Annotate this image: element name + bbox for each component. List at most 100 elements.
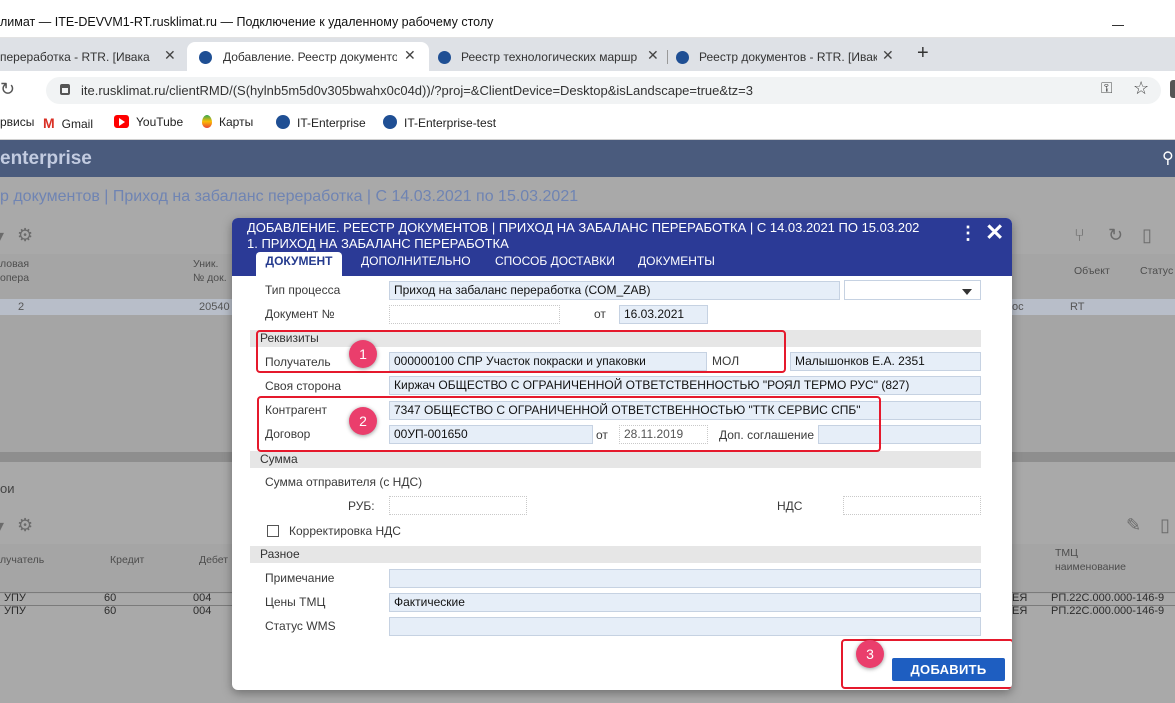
- edit-icon[interactable]: ✎: [1126, 515, 1141, 536]
- key-icon[interactable]: ⚿: [1101, 80, 1112, 97]
- table-cell: ЕЯ: [1012, 592, 1028, 604]
- bookmark-maps[interactable]: Карты: [202, 115, 253, 129]
- table-cell: 20540: [199, 301, 230, 313]
- tab-documents[interactable]: ДОКУМЕНТЫ: [638, 252, 715, 276]
- tab-label: Реестр документов - RTR. [Ивак: [699, 50, 877, 64]
- window-titlebar: лимат — ITE-DEVVM1-RT.rusklimat.ru — Под…: [0, 0, 1175, 38]
- app-header: enterprise ⚲: [0, 140, 1175, 177]
- new-tab-button[interactable]: +: [917, 42, 929, 65]
- gear-icon[interactable]: ⚙: [17, 515, 33, 536]
- bookmarks-bar: рвисы M Gmail YouTube Карты IT-Enterprise…: [0, 109, 1175, 140]
- chevron-down-icon: [962, 289, 972, 295]
- page-title: р документов | Приход на забаланс перера…: [0, 188, 579, 205]
- ite-icon: [276, 115, 290, 129]
- annotation-badge-3: 3: [856, 640, 884, 668]
- tab-delivery-method[interactable]: СПОСОБ ДОСТАВКИ: [495, 252, 615, 276]
- tab-separator: [667, 50, 668, 64]
- table-cell: УПУ: [4, 605, 26, 617]
- close-icon[interactable]: ✕: [882, 47, 894, 64]
- grid-header: Кредит: [110, 554, 145, 566]
- bookmark-it-enterprise[interactable]: IT-Enterprise: [276, 115, 366, 130]
- highlight-box-1: [256, 330, 786, 373]
- app-logo: enterprise: [0, 148, 92, 169]
- rub-field[interactable]: [389, 496, 527, 515]
- process-type-field[interactable]: Приход на забаланс переработка (COM_ZAB): [389, 281, 840, 300]
- own-side-field[interactable]: Киржач ОБЩЕСТВО С ОГРАНИЧЕННОЙ ОТВЕТСТВЕ…: [389, 376, 981, 395]
- mol-field[interactable]: Малышонков Е.А. 2351: [790, 352, 981, 371]
- document-number-field[interactable]: [389, 305, 560, 324]
- document-icon[interactable]: ▯: [1160, 515, 1170, 536]
- browser-tabstrip: переработка - RTR. [Ивакаева Н ✕ Добавле…: [0, 38, 1175, 71]
- rub-label: РУБ:: [348, 499, 375, 513]
- add-document-dialog: ДОБАВЛЕНИЕ. РЕЕСТР ДОКУМЕНТОВ | ПРИХОД Н…: [232, 218, 1012, 690]
- close-icon[interactable]: ✕: [404, 47, 416, 64]
- close-icon[interactable]: ✕: [164, 47, 176, 64]
- grid-header: лучатель: [0, 554, 45, 566]
- browser-tab[interactable]: Реестр документов - RTR. [Ивак ✕: [669, 42, 905, 71]
- refresh-icon[interactable]: ↻: [1108, 225, 1123, 246]
- table-cell: RT: [1070, 301, 1085, 313]
- extension-icon[interactable]: [1170, 80, 1175, 98]
- annotation-badge-2: 2: [349, 407, 377, 435]
- close-icon[interactable]: ✕: [647, 47, 659, 64]
- bookmark-label: IT-Enterprise-test: [404, 116, 497, 130]
- table-cell: УПУ: [4, 592, 26, 604]
- browser-tab[interactable]: Реестр технологических маршр ✕: [431, 42, 665, 71]
- reload-icon[interactable]: ↻: [0, 79, 15, 100]
- grid-header: Дебет: [199, 554, 229, 566]
- bookmark-gmail[interactable]: M Gmail: [43, 115, 93, 131]
- note-label: Примечание: [265, 571, 335, 585]
- gmail-icon: M: [43, 115, 55, 131]
- more-menu-icon[interactable]: ⋮: [959, 223, 977, 244]
- dropdown-icon[interactable]: ▾: [0, 226, 4, 247]
- close-icon[interactable]: ✕: [985, 219, 1004, 246]
- table-cell: 60: [104, 605, 117, 617]
- prices-field[interactable]: Фактические: [389, 593, 981, 612]
- lock-icon[interactable]: [60, 84, 70, 95]
- bookmark-label: IT-Enterprise: [297, 116, 366, 130]
- ite-favicon-icon: [676, 51, 689, 64]
- prices-label: Цены ТМЦ: [265, 595, 326, 609]
- process-type-label: Тип процесса: [265, 283, 341, 297]
- bookmark-it-enterprise-test[interactable]: IT-Enterprise-test: [383, 115, 496, 130]
- vat-correction-label: Корректировка НДС: [289, 524, 401, 538]
- vat-correction-checkbox[interactable]: [267, 525, 279, 537]
- browser-tab[interactable]: переработка - RTR. [Ивакаева Н ✕: [0, 42, 186, 71]
- wms-status-field[interactable]: [389, 617, 981, 636]
- tab-label: переработка - RTR. [Ивакаева Н: [0, 50, 150, 64]
- gear-icon[interactable]: ⚙: [17, 225, 33, 246]
- annotation-badge-1: 1: [349, 340, 377, 368]
- bookmark-label: Gmail: [61, 117, 94, 131]
- vat-field[interactable]: [843, 496, 981, 515]
- document-date-field[interactable]: 16.03.2021: [619, 305, 708, 324]
- search-icon[interactable]: ⚲: [1162, 148, 1174, 168]
- bookmark-services[interactable]: рвисы: [0, 115, 34, 129]
- document-date-label: от: [594, 307, 606, 321]
- hierarchy-icon[interactable]: ⑂: [1074, 225, 1085, 246]
- bookmark-star-icon[interactable]: ☆: [1133, 78, 1149, 99]
- ite-favicon-icon: [199, 51, 212, 64]
- grid-header: Уник. № док.: [193, 258, 227, 284]
- grid-header: ТМЦ наименование: [1055, 547, 1127, 573]
- minimize-icon[interactable]: [1112, 25, 1124, 26]
- document-number-label: Документ №: [265, 307, 335, 321]
- document-icon[interactable]: ▯: [1142, 225, 1152, 246]
- lower-panel-label: ои: [0, 481, 15, 496]
- table-cell: ЕЯ: [1012, 605, 1028, 617]
- bookmark-youtube[interactable]: YouTube: [114, 115, 183, 129]
- omnibox[interactable]: ite.rusklimat.ru/clientRMD/(S(hylnb5m5d0…: [46, 77, 1161, 104]
- note-field[interactable]: [389, 569, 981, 588]
- tab-additional[interactable]: ДОПОЛНИТЕЛЬНО: [361, 252, 471, 276]
- window-title: лимат — ITE-DEVVM1-RT.rusklimat.ru — Под…: [0, 15, 494, 29]
- bookmark-label: YouTube: [136, 115, 184, 129]
- url-text[interactable]: ite.rusklimat.ru/clientRMD/(S(hylnb5m5d0…: [81, 83, 753, 98]
- tab-document[interactable]: ДОКУМЕНТ: [256, 252, 342, 276]
- dropdown-icon[interactable]: ▾: [0, 516, 4, 537]
- browser-tab-active[interactable]: Добавление. Реестр документов ✕: [187, 42, 429, 71]
- table-cell: 004: [193, 592, 212, 604]
- tab-label: Реестр технологических маршр: [461, 50, 638, 64]
- process-type-dropdown[interactable]: [844, 280, 981, 300]
- table-cell: 60: [104, 592, 117, 604]
- address-bar-row: ↻ ite.rusklimat.ru/clientRMD/(S(hylnb5m5…: [0, 71, 1175, 109]
- sender-sum-label: Сумма отправителя (с НДС): [265, 475, 423, 489]
